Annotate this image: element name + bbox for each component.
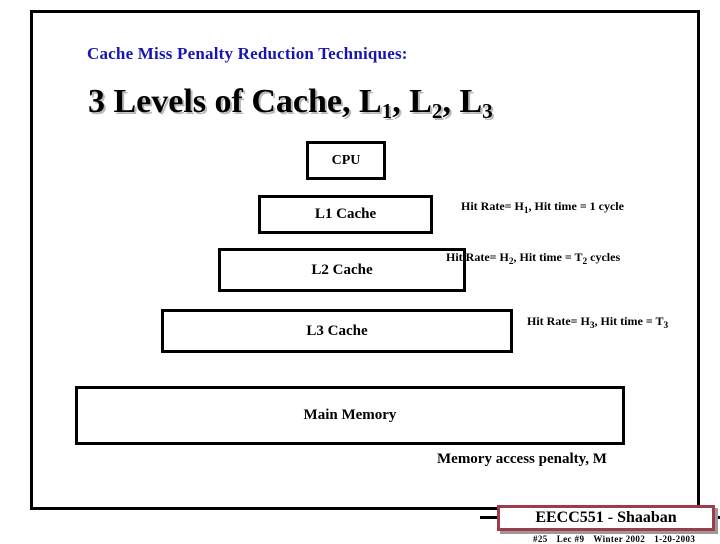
l2-cache-label: L2 Cache	[311, 261, 373, 278]
l2-annotation-suffix: cycles	[587, 250, 621, 264]
page-title: 3 Levels of Cache, L1, L2, L3	[88, 83, 493, 124]
l3-cache-label: L3 Cache	[306, 322, 368, 339]
footer-slide-number: #25	[533, 534, 548, 544]
slide-subtitle: Cache Miss Penalty Reduction Techniques:	[87, 44, 408, 63]
main-memory-label: Main Memory	[303, 407, 397, 423]
l1-cache-annotation: Hit Rate= H1, Hit time = 1 cycle	[461, 199, 624, 216]
cpu-box-label: CPU	[331, 152, 361, 168]
l2-annotation-subscript-2: 2	[582, 256, 588, 267]
l1-annotation-subscript-1: 1	[523, 205, 529, 216]
footer-course-badge: EECC551 - Shaaban	[497, 505, 715, 531]
footer-rule-right	[715, 516, 720, 519]
page-title-subscript-1: 1	[381, 99, 393, 124]
l2-annotation-prefix: Hit Rate= H	[446, 250, 509, 264]
l1-annotation-prefix: Hit Rate= H	[461, 199, 524, 213]
footer-date: 1-20-2003	[654, 534, 696, 544]
l1-annotation-middle: , Hit time = 1 cycle	[528, 199, 624, 213]
l3-annotation-subscript-2: 3	[663, 320, 669, 331]
page-title-separator-1: , L	[392, 83, 432, 120]
l3-cache-box: L3 Cache	[161, 309, 513, 353]
l1-cache-box: L1 Cache	[258, 195, 433, 234]
l2-annotation-middle: , Hit time = T	[513, 250, 583, 264]
slide-frame: Cache Miss Penalty Reduction Techniques:…	[30, 10, 720, 544]
page-title-subscript-3: 3	[482, 99, 493, 124]
footer-term: Winter 2002	[593, 534, 646, 544]
page-title-prefix: 3 Levels of Cache, L	[88, 83, 382, 120]
footer-metadata: #25 Lec #9 Winter 2002 1-20-2003	[533, 534, 704, 544]
cpu-box: CPU	[306, 141, 386, 180]
l3-cache-annotation: Hit Rate= H3, Hit time = T3	[527, 314, 669, 331]
l2-annotation-subscript-1: 2	[508, 256, 514, 267]
page-title-subscript-2: 2	[431, 99, 443, 124]
page-title-separator-2: , L	[442, 83, 483, 120]
l2-cache-annotation: Hit Rate= H2, Hit time = T2 cycles	[446, 250, 621, 267]
l3-annotation-middle: , Hit time = T	[594, 314, 664, 328]
l3-annotation-prefix: Hit Rate= H	[527, 314, 590, 328]
main-memory-box: Main Memory	[75, 386, 625, 445]
l2-cache-box: L2 Cache	[218, 248, 466, 292]
memory-access-penalty-note: Memory access penalty, M	[437, 451, 607, 467]
l3-annotation-subscript-1: 3	[589, 320, 595, 331]
footer-lecture-number: Lec #9	[556, 534, 585, 544]
l1-cache-label: L1 Cache	[314, 206, 377, 222]
footer-course-label: EECC551 - Shaaban	[535, 509, 677, 526]
